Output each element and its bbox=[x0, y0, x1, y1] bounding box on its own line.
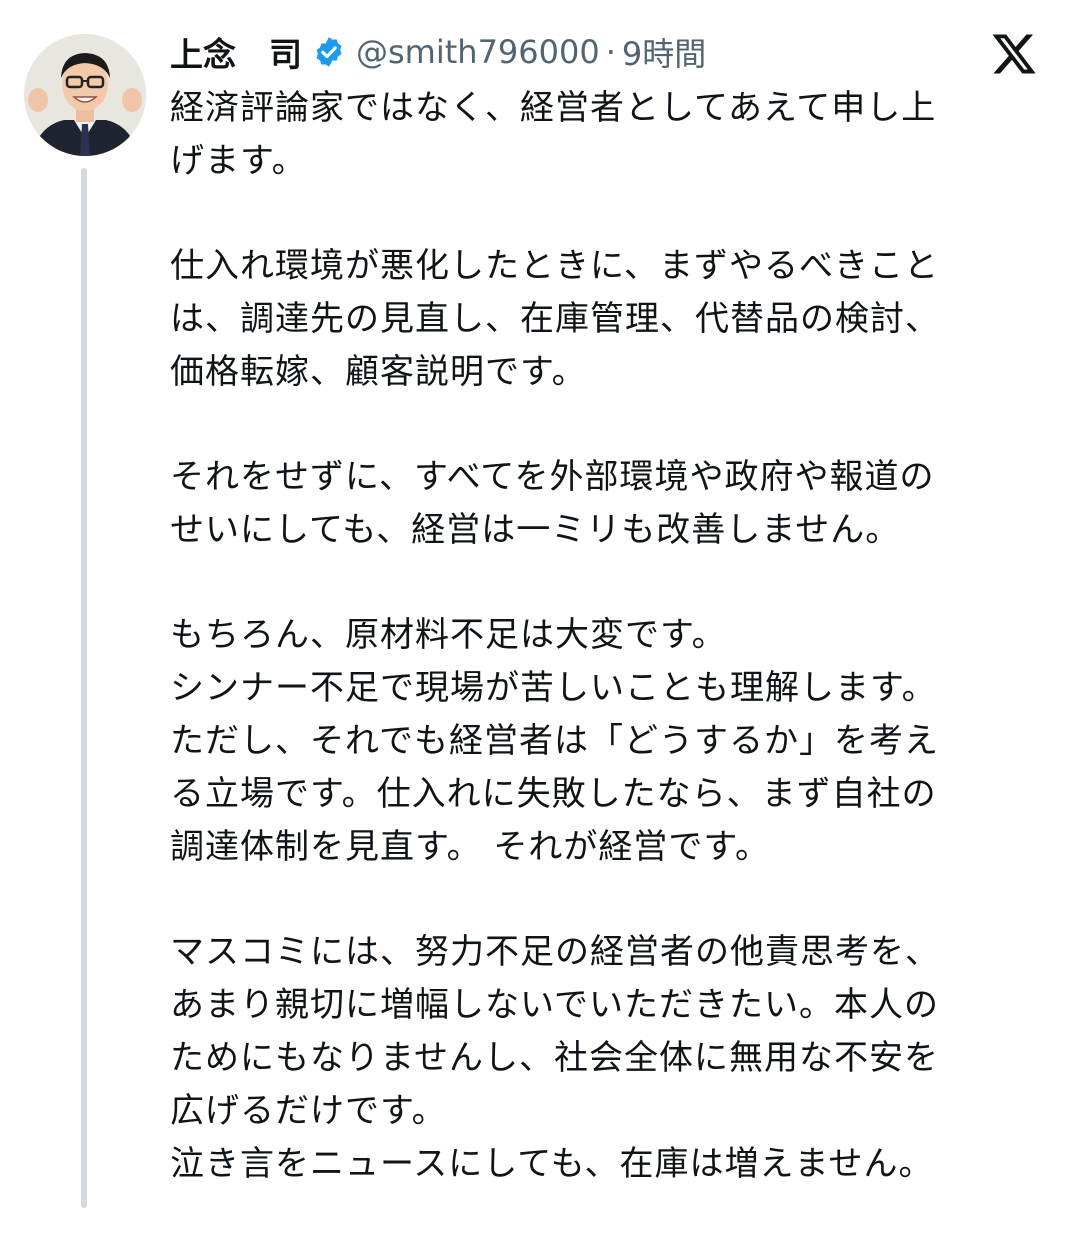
text-line: は、調達先の見直し、在庫管理、代替品の検討、 bbox=[170, 299, 940, 339]
text-line: あまり親切に増幅しないでいただきたい。本人の bbox=[170, 985, 939, 1025]
tweet-text: 経済評論家ではなく、経営者としてあえて申し上 げます。 仕入れ環境が悪化したとき… bbox=[170, 82, 1050, 1243]
text-line: ただし、それでも経営者は「どうするか」を考え bbox=[170, 721, 939, 761]
text-line: 広げるだけです。 bbox=[170, 1091, 447, 1131]
thread-line bbox=[81, 168, 87, 1208]
x-logo-icon[interactable] bbox=[990, 30, 1038, 78]
text-line: 調達体制を見直す。 それが経営です。 bbox=[170, 827, 771, 867]
text-line: もちろん、原材料不足は大変です。 bbox=[170, 615, 727, 655]
text-line: ためにもなりませんし、社会全体に無用な不安を bbox=[170, 1038, 939, 1078]
text-line: 価格転嫁、顧客説明です。 bbox=[170, 352, 587, 392]
timestamp[interactable]: 9時間 bbox=[622, 29, 706, 75]
author-name[interactable]: 上念 司 bbox=[170, 28, 302, 76]
text-line: それをせずに、すべてを外部環境や政府や報道の bbox=[170, 457, 935, 497]
author-handle[interactable]: @smith796000 bbox=[356, 33, 600, 71]
avatar[interactable] bbox=[24, 34, 146, 156]
verified-badge-icon bbox=[312, 35, 346, 69]
text-line: 経済評論家ではなく、経営者としてあえて申し上 bbox=[170, 88, 937, 128]
paragraph: もちろん、原材料不足は大変です。 シンナー不足で現場が苦しいことも理解します。 … bbox=[170, 609, 1050, 874]
text-line: 泣き言をニュースにしても、在庫は増えません。 bbox=[170, 1144, 934, 1184]
text-line: シンナー不足で現場が苦しいことも理解します。 bbox=[170, 668, 937, 708]
paragraph: マスコミには、努力不足の経営者の他責思考を、 あまり親切に増幅しないでいただきた… bbox=[170, 926, 1050, 1191]
paragraph: 仕入れ環境が悪化したときに、まずやるべきこと は、調達先の見直し、在庫管理、代替… bbox=[170, 240, 1050, 399]
text-line: る立場です。仕入れに失敗したなら、まず自社の bbox=[170, 774, 937, 814]
text-line: 仕入れ環境が悪化したときに、まずやるべきこと bbox=[170, 246, 939, 286]
profile-photo bbox=[24, 34, 146, 156]
paragraph: 経済評論家ではなく、経営者としてあえて申し上 げます。 bbox=[170, 82, 1050, 188]
tweet-header: 上念 司 @smith796000 · 9時間 bbox=[170, 28, 706, 76]
separator-dot: · bbox=[605, 33, 616, 71]
text-line: げます。 bbox=[170, 141, 307, 181]
paragraph: それをせずに、すべてを外部環境や政府や報道の せいにしても、経営は一ミリも改善し… bbox=[170, 451, 1050, 557]
text-line: マスコミには、努力不足の経営者の他責思考を、 bbox=[170, 932, 940, 972]
text-line: せいにしても、経営は一ミリも改善しません。 bbox=[170, 510, 901, 550]
